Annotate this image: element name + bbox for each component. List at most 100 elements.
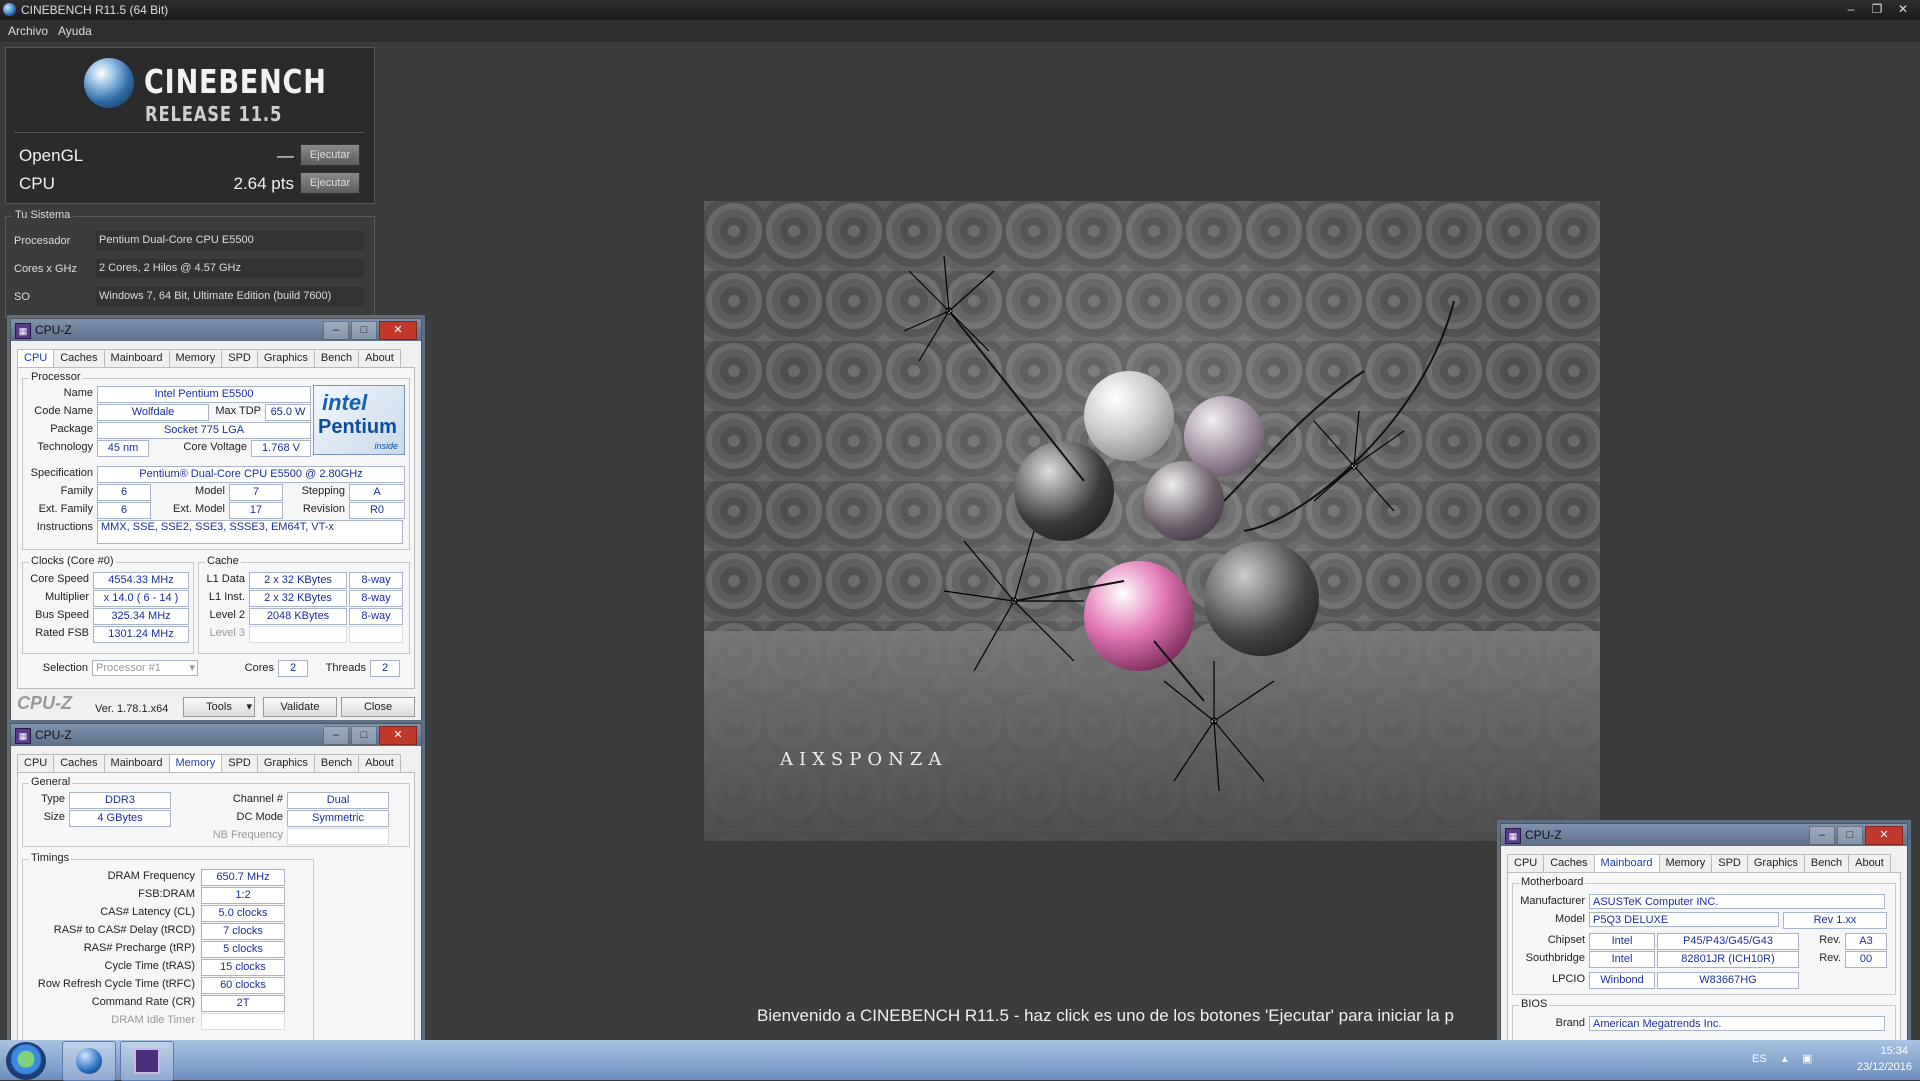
menu-archivo[interactable]: Archivo (8, 24, 48, 38)
taskbar-cinebench-button[interactable] (62, 1041, 116, 1081)
tab-spd[interactable]: SPD (221, 349, 258, 367)
timing-label: Cycle Time (tRAS) (104, 960, 195, 972)
language-indicator[interactable]: ES (1752, 1053, 1767, 1065)
tab-bench[interactable]: Bench (313, 754, 360, 772)
tab-memory[interactable]: Memory (168, 754, 223, 772)
timing-label: RAS# Precharge (tRP) (83, 942, 195, 954)
chipset-rev-label: Rev. (1819, 934, 1841, 946)
processor-group-legend: Processor (29, 371, 83, 383)
cpuz-app-icon: ▦ (15, 323, 31, 339)
opengl-score: — (277, 146, 294, 165)
clock-time[interactable]: 15:34 (1880, 1045, 1908, 1057)
stepping-label: Stepping (301, 485, 345, 497)
restore-button[interactable]: ❐ (1864, 0, 1890, 18)
chevron-up-icon[interactable]: ▴ (1782, 1052, 1788, 1065)
close-button[interactable]: ✕ (1890, 0, 1916, 18)
corevoltage-field: 1.768 V (251, 440, 311, 457)
tab-mainboard[interactable]: Mainboard (103, 754, 170, 772)
menu-ayuda[interactable]: Ayuda (58, 24, 92, 38)
clock-date[interactable]: 23/12/2016 (1857, 1061, 1912, 1073)
model-rev-field: Rev 1.xx (1783, 912, 1887, 929)
cpu-label: CPU (19, 174, 55, 193)
tab-graphics[interactable]: Graphics (256, 349, 315, 367)
close-button[interactable]: ✕ (379, 726, 417, 745)
minimize-button[interactable]: – (1809, 826, 1835, 845)
cpu-run-button[interactable]: Ejecutar (300, 172, 360, 194)
tab-mainboard[interactable]: Mainboard (103, 349, 170, 367)
start-button-windows-icon[interactable] (6, 1042, 46, 1080)
tab-memory[interactable]: Memory (1658, 854, 1713, 872)
system-group: Tu Sistema Procesador Pentium Dual-Core … (5, 209, 375, 318)
chipset-vendor-field: Intel (1589, 933, 1655, 950)
channel-label: Channel # (232, 793, 283, 805)
timing-label: DRAM Frequency (107, 870, 195, 882)
motherboard-group-legend: Motherboard (1519, 876, 1586, 888)
tab-spd[interactable]: SPD (221, 754, 258, 772)
timing-value: 5 clocks (201, 941, 285, 958)
spec-label: Specification (30, 467, 93, 479)
tab-cpu[interactable]: CPU (17, 349, 55, 367)
technology-label: Technology (37, 441, 93, 453)
minimize-button[interactable]: – (1838, 0, 1864, 18)
extfamily-label: Ext. Family (38, 503, 93, 515)
timings-group-legend: Timings (29, 852, 72, 864)
network-icon[interactable]: ▣ (1802, 1052, 1812, 1065)
render-preview-image: AIXSPONZA (704, 201, 1600, 841)
manufacturer-field: ASUSTeK Computer INC. (1589, 894, 1885, 909)
validate-button[interactable]: Validate (263, 697, 337, 717)
model-field: 7 (229, 484, 283, 501)
tab-spd[interactable]: SPD (1711, 854, 1748, 872)
tab-caches[interactable]: Caches (53, 754, 105, 772)
tab-graphics[interactable]: Graphics (256, 754, 315, 772)
minimize-button[interactable]: – (323, 726, 349, 745)
timing-value: 1:2 (201, 887, 285, 904)
size-label: Size (43, 811, 65, 823)
maximize-button[interactable]: □ (1837, 826, 1863, 845)
cores-field: 2 (278, 660, 308, 677)
selection-label: Selection (42, 662, 88, 674)
menubar: Archivo Ayuda (0, 20, 1920, 42)
taskbar-cpuz-button[interactable] (120, 1041, 174, 1081)
close-button[interactable]: ✕ (1865, 826, 1903, 845)
lpcio-label: LPCIO (1551, 973, 1585, 985)
tools-button[interactable]: Tools ▾ (183, 697, 255, 717)
maximize-button[interactable]: □ (351, 726, 377, 745)
close-button[interactable]: ✕ (379, 321, 417, 340)
level2-label: Level 2 (209, 609, 245, 621)
chevron-down-icon: ▾ (246, 701, 252, 713)
cpuz-tabs: CPU Caches Mainboard Memory SPD Graphics… (17, 754, 401, 772)
tab-about[interactable]: About (358, 754, 401, 772)
tab-about[interactable]: About (358, 349, 401, 367)
opengl-run-button[interactable]: Ejecutar (300, 144, 360, 166)
tab-about[interactable]: About (1848, 854, 1891, 872)
codename-label: Code Name (34, 405, 93, 417)
size-field: 4 GBytes (69, 810, 171, 827)
level3-way-field (349, 626, 403, 643)
maximize-button[interactable]: □ (351, 321, 377, 340)
tab-caches[interactable]: Caches (1543, 854, 1595, 872)
tab-bench[interactable]: Bench (313, 349, 360, 367)
window-title: CINEBENCH R11.5 (64 Bit) (21, 3, 169, 17)
intel-tag: inside (374, 441, 398, 451)
tab-memory[interactable]: Memory (168, 349, 223, 367)
bios-group-legend: BIOS (1519, 998, 1550, 1010)
cpuz-app-icon: ▦ (15, 728, 31, 744)
system-key: Cores x GHz (14, 263, 77, 275)
tab-cpu[interactable]: CPU (17, 754, 55, 772)
tab-mainboard[interactable]: Mainboard (1593, 854, 1660, 872)
tab-caches[interactable]: Caches (53, 349, 105, 367)
codename-field: Wolfdale (97, 404, 209, 421)
system-row-os: SO Windows 7, 64 Bit, Ultimate Edition (… (12, 285, 368, 309)
model-field: P5Q3 DELUXE (1589, 912, 1779, 927)
stepping-field: A (349, 484, 405, 501)
tab-bench[interactable]: Bench (1803, 854, 1850, 872)
timing-value: 650.7 MHz (201, 869, 285, 886)
minimize-button[interactable]: – (323, 321, 349, 340)
logo-word: CINEBENCH (144, 62, 327, 101)
tools-label: Tools (206, 701, 232, 713)
tab-cpu[interactable]: CPU (1507, 854, 1545, 872)
selection-dropdown[interactable]: Processor #1 ▾ (92, 660, 198, 676)
tab-graphics[interactable]: Graphics (1746, 854, 1805, 872)
clocks-group-legend: Clocks (Core #0) (29, 555, 116, 567)
close-window-button[interactable]: Close (341, 697, 415, 717)
